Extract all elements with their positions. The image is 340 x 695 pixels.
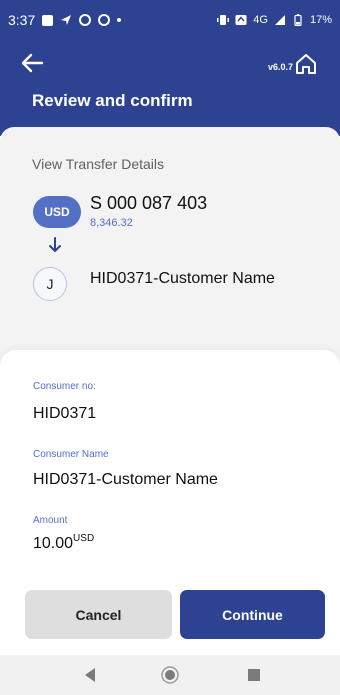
amount-value: 10.00 <box>33 535 74 552</box>
status-bar: 3:37 4G 17% <box>0 0 340 40</box>
send-notification-icon <box>61 15 72 25</box>
battery-icon <box>294 14 302 26</box>
network-type: 4G <box>253 14 268 26</box>
status-right: 4G 17% <box>217 14 332 26</box>
source-account-balance: 8,346.32 <box>90 217 133 229</box>
status-time: 3:37 <box>8 12 36 28</box>
consumer-name-label: Consumer Name <box>33 449 109 460</box>
status-left: 3:37 <box>8 12 122 28</box>
down-arrow-icon <box>49 237 61 252</box>
recipient-avatar: J <box>33 267 67 301</box>
currency-badge: USD <box>33 196 81 228</box>
recipient-name: HID0371-Customer Name <box>90 270 275 287</box>
back-arrow-icon[interactable] <box>20 52 44 74</box>
continue-button[interactable]: Continue <box>180 590 325 639</box>
cancel-button[interactable]: Cancel <box>25 590 172 639</box>
gallery-notification-icon <box>42 14 54 26</box>
vibrate-icon <box>217 15 230 25</box>
battery-level: 17% <box>309 14 332 26</box>
app-notification-icon-2 <box>98 14 111 26</box>
consumer-no-value: HID0371 <box>33 405 97 422</box>
amount-currency: USD <box>73 533 95 544</box>
transfer-details-heading: View Transfer Details <box>32 156 165 172</box>
page-title: Review and confirm <box>32 91 193 110</box>
amount-label: Amount <box>33 515 68 526</box>
nav-home-icon[interactable] <box>158 663 182 687</box>
system-nav-bar <box>0 655 340 695</box>
more-notifications-icon <box>117 18 122 22</box>
amount-display: 10.00USD <box>33 533 94 553</box>
app-notification-icon <box>79 14 92 26</box>
signal-icon <box>274 15 285 25</box>
consumer-name-value: HID0371-Customer Name <box>33 471 218 488</box>
wifi-icon <box>235 15 247 25</box>
confirmation-sheet: Consumer no: HID0371 Consumer Name HID03… <box>0 350 340 655</box>
app-version: v6.0.7 <box>268 62 294 72</box>
consumer-no-label: Consumer no: <box>33 381 96 392</box>
app-header: v6.0.7 Review and confirm <box>0 40 340 136</box>
nav-back-icon[interactable] <box>78 663 102 687</box>
source-account-number: S 000 087 403 <box>90 193 208 213</box>
nav-recents-icon[interactable] <box>242 663 266 687</box>
home-icon[interactable] <box>294 52 318 76</box>
transfer-details-card: View Transfer Details USD S 000 087 403 … <box>0 127 340 387</box>
